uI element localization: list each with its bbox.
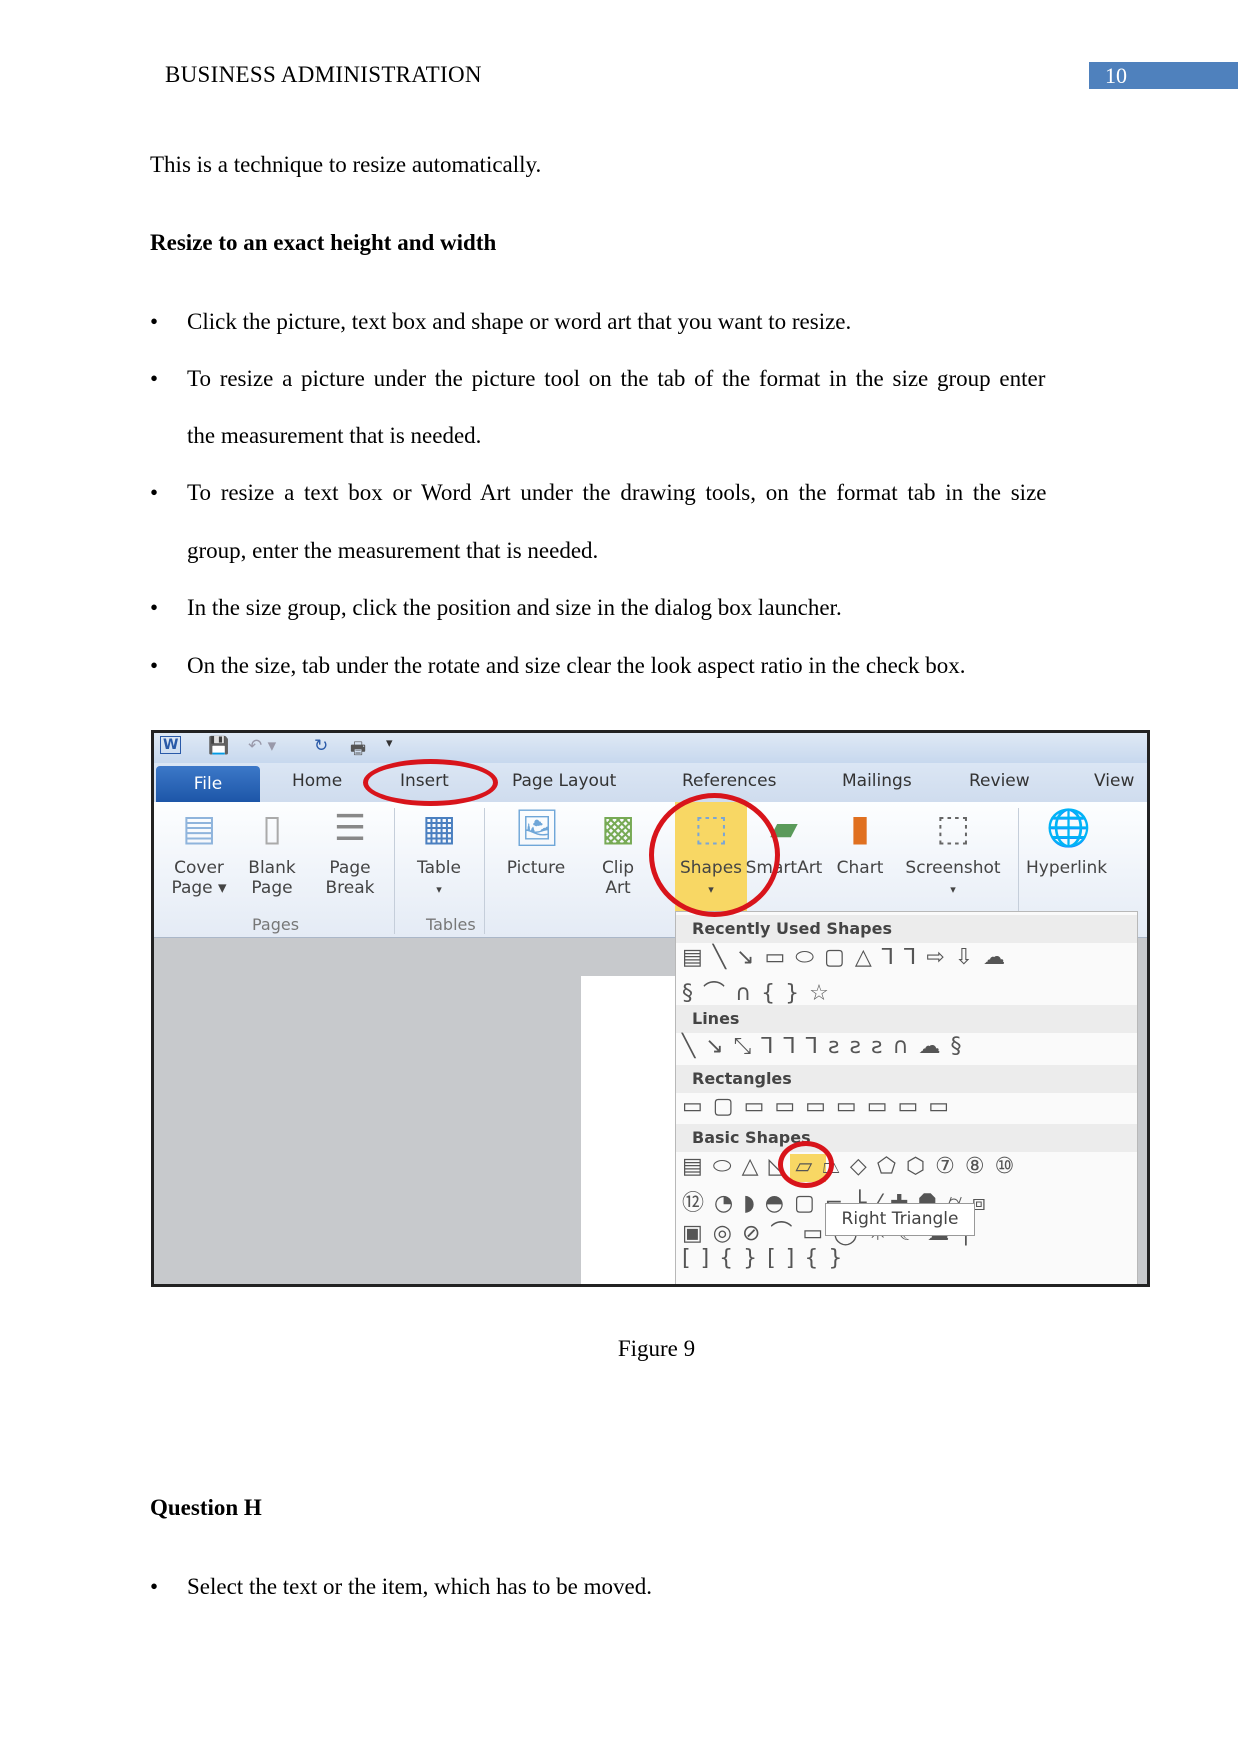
bullet-icon: • [150, 309, 159, 334]
save-icon: 💾 [208, 736, 230, 756]
section-recently-used: Recently Used Shapes [676, 915, 1137, 943]
bullet-icon: • [150, 595, 159, 620]
page-break-icon: ☰ [333, 808, 367, 849]
tab-home[interactable]: Home [292, 771, 342, 791]
clip-art-button[interactable]: ▩ Clip Art [594, 806, 642, 898]
undo-icon: ↶ ▾ [248, 736, 277, 756]
page-break-button[interactable]: ☰ Page Break [318, 806, 382, 898]
cover-page-icon: ▤ [181, 808, 216, 849]
chart-icon: ▮ [850, 808, 870, 849]
group-divider [394, 808, 395, 934]
shape-row[interactable]: §⌒∩{}☆ [682, 975, 839, 1007]
bullet-icon: • [150, 366, 159, 391]
annotation-circle-insert [363, 759, 498, 806]
section-heading: Resize to an exact height and width [150, 230, 497, 255]
figure-word-ribbon-screenshot: W 💾 ↶ ▾ ↻ 🖶 ▾ File Home Insert Page Layo… [151, 730, 1150, 1287]
group-label-tables: Tables [426, 915, 476, 934]
tab-view[interactable]: View [1094, 771, 1134, 791]
hyperlink-icon: 🌐 [1046, 808, 1091, 849]
annotation-circle-shapes [649, 793, 780, 917]
redo-icon: ↻ [314, 736, 329, 756]
shape-row[interactable]: ▤╲↘▭⬭▢△⅂⅂⇨⇩☁ [682, 945, 1015, 970]
screenshot-icon: ⬚ [935, 808, 970, 849]
figure-caption: Figure 9 [617, 1336, 696, 1361]
section-basic-shapes: Basic Shapes [676, 1124, 1137, 1152]
bullet-icon: • [150, 1574, 159, 1599]
customize-icon: ▾ [386, 736, 393, 751]
clip-art-icon: ▩ [600, 808, 635, 849]
running-header: BUSINESS ADMINISTRATION [165, 62, 482, 87]
tooltip-right-triangle: Right Triangle [825, 1203, 975, 1236]
table-button[interactable]: ▦ Table ▾ [404, 806, 474, 900]
bullet-icon: • [150, 653, 159, 678]
cover-page-button[interactable]: ▤ Cover Page ▾ [164, 806, 234, 898]
print-icon: 🖶 [350, 739, 367, 759]
intro-paragraph: This is a technique to resize automatica… [150, 152, 542, 177]
ribbon-tabs: File Home Insert Page Layout References … [154, 763, 1147, 802]
screenshot-button[interactable]: ⬚ Screenshot ▾ [898, 806, 1008, 900]
blank-page-icon: ▯ [262, 808, 282, 849]
picture-icon: 🖼 [514, 808, 560, 849]
annotation-circle-right-triangle [778, 1141, 834, 1188]
chart-button[interactable]: ▮ Chart [830, 806, 890, 878]
picture-button[interactable]: 🖼 Picture [498, 806, 574, 878]
hyperlink-button[interactable]: 🌐 Hyperlink [1026, 806, 1146, 878]
tab-file[interactable]: File [156, 766, 260, 802]
table-icon: ▦ [421, 808, 456, 849]
shape-row[interactable]: []{}[]{} [682, 1246, 852, 1271]
quick-access-toolbar: W 💾 ↶ ▾ ↻ 🖶 ▾ [154, 733, 1147, 763]
shape-row[interactable]: ▭▢▭▭▭▭▭▭▭ [682, 1094, 959, 1119]
group-divider [484, 808, 485, 934]
group-label-pages: Pages [252, 915, 300, 934]
section-rectangles: Rectangles [676, 1065, 1137, 1093]
section-heading: Question H [150, 1495, 262, 1520]
blank-page-button[interactable]: ▯ Blank Page [240, 806, 304, 898]
tab-mailings[interactable]: Mailings [842, 771, 912, 791]
bullet-icon: • [150, 480, 159, 505]
word-logo-icon: W [160, 736, 182, 754]
tab-review[interactable]: Review [969, 771, 1030, 791]
shape-row[interactable]: ╲↘⤡⅂⅂⅂ƨƨƨ∩☁§ [682, 1034, 972, 1059]
tab-references[interactable]: References [682, 771, 776, 791]
tab-page-layout[interactable]: Page Layout [512, 771, 616, 791]
section-lines: Lines [676, 1005, 1137, 1033]
shape-row[interactable]: ▤⬭△◺▱⏢◇⬠⬡⑦⑧⑩ [682, 1154, 1024, 1179]
page-number: 10 [1089, 62, 1238, 89]
